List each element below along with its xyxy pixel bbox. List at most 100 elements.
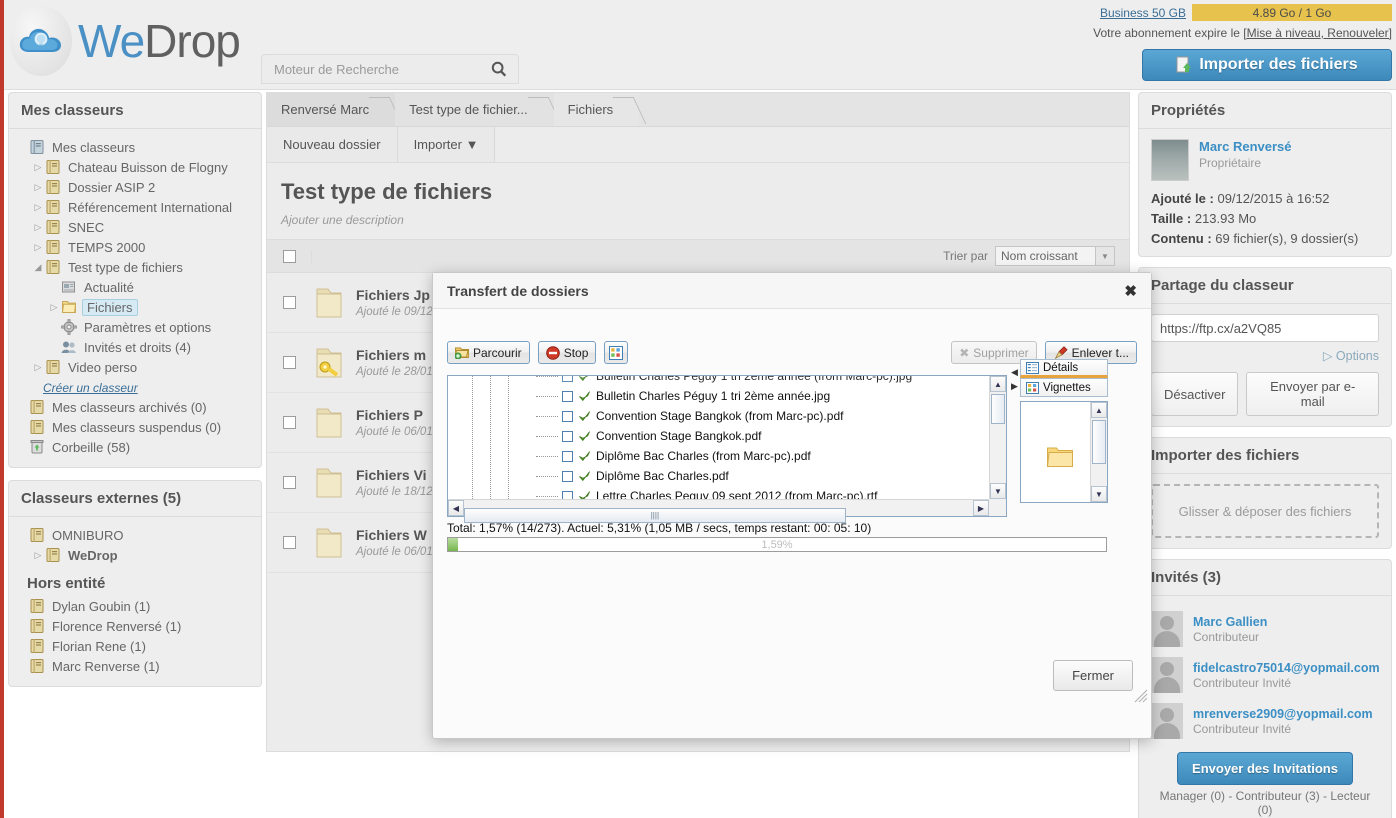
chevron-right-icon[interactable]: ▷ xyxy=(31,162,45,173)
plan-link[interactable]: Business 50 GB xyxy=(1100,6,1186,20)
sidebar-item-invit-s-et-droits-4[interactable]: Invités et droits (4) xyxy=(15,337,255,357)
row-checkbox-cell[interactable] xyxy=(267,476,312,489)
create-binder-link[interactable]: Créer un classeur xyxy=(43,381,255,395)
collapse-left-icon[interactable]: ◀ xyxy=(1011,367,1018,378)
breadcrumb-item-2[interactable]: Fichiers xyxy=(553,93,640,126)
guest-name[interactable]: mrenverse2909@yopmail.com xyxy=(1193,707,1373,721)
send-invitations-button[interactable]: Envoyer des Invitations xyxy=(1177,752,1353,785)
outside-item-florence-renvers-1-[interactable]: Florence Renversé (1) xyxy=(15,616,255,636)
transfer-file-list[interactable]: Bulletin Charles Péguy 1 tri 2ème année … xyxy=(447,375,1007,523)
row-checkbox[interactable] xyxy=(283,296,296,309)
import-files-button[interactable]: Importer des fichiers xyxy=(1142,49,1392,81)
sidebar-item-mes-classeurs-suspendus-0[interactable]: Mes classeurs suspendus (0) xyxy=(15,417,255,437)
thumb-scroll-down-icon[interactable]: ▼ xyxy=(1091,486,1107,502)
chevron-down-icon[interactable]: ◢ xyxy=(31,262,45,273)
sidebar-item-chateau-buisson-de-flogny[interactable]: ▷ Chateau Buisson de Flogny xyxy=(15,157,255,177)
transfer-row[interactable]: Lettre Charles Peguy 09 sept 2012 (from … xyxy=(448,486,989,499)
row-checkbox[interactable] xyxy=(283,536,296,549)
list-item[interactable]: Marc Gallien Contributeur xyxy=(1151,606,1379,652)
sidebar-item-actualit[interactable]: Actualité xyxy=(15,277,255,297)
transfer-row-checkbox[interactable] xyxy=(562,390,573,402)
row-checkbox[interactable] xyxy=(283,416,296,429)
breadcrumb-item-0[interactable]: Renversé Marc xyxy=(267,93,396,126)
search-input[interactable] xyxy=(272,60,490,78)
transfer-row[interactable]: Bulletin Charles Péguy 1 tri 2ème année.… xyxy=(448,386,989,406)
search-box[interactable] xyxy=(261,54,519,84)
sidebar-item-test-type-de-fichiers[interactable]: ◢ Test type de fichiers xyxy=(15,257,255,277)
sidebar-item-fichiers[interactable]: ▷ Fichiers xyxy=(15,297,255,317)
row-checkbox-cell[interactable] xyxy=(267,536,312,549)
select-all-checkbox[interactable] xyxy=(282,249,296,263)
disable-share-button[interactable]: Désactiver xyxy=(1151,372,1239,416)
share-url-input[interactable]: https://ftp.cx/a2VQ85 xyxy=(1151,314,1379,342)
list-item[interactable]: fidelcastro75014@yopmail.com Contributeur… xyxy=(1151,652,1380,698)
upgrade-link[interactable]: [Mise à niveau xyxy=(1243,26,1320,40)
scroll-down-icon[interactable]: ▼ xyxy=(990,483,1006,499)
chevron-right-icon[interactable]: ▷ xyxy=(31,222,45,233)
thumb-scroll-up-icon[interactable]: ▲ xyxy=(1091,402,1107,418)
grid-view-button[interactable] xyxy=(604,341,629,364)
send-email-button[interactable]: Envoyer par e-mail xyxy=(1246,372,1379,416)
chevron-right-icon[interactable]: ▷ xyxy=(31,362,45,373)
row-checkbox[interactable] xyxy=(283,476,296,489)
transfer-row[interactable]: Bulletin Charles Péguy 1 tri 2ème année … xyxy=(448,376,989,386)
scroll-thumb[interactable] xyxy=(991,394,1005,424)
row-checkbox-cell[interactable] xyxy=(267,416,312,429)
dropzone[interactable]: Glisser & déposer des fichiers xyxy=(1151,484,1379,538)
row-checkbox-cell[interactable] xyxy=(267,356,312,369)
guest-name[interactable]: Marc Gallien xyxy=(1193,615,1267,629)
tab-vignettes[interactable]: Vignettes xyxy=(1020,378,1108,397)
outside-item-florian-rene-1-[interactable]: Florian Rene (1) xyxy=(15,636,255,656)
chevron-right-icon[interactable]: ▷ xyxy=(31,242,45,253)
select-all-cell[interactable] xyxy=(267,249,312,263)
sort-select[interactable]: Nom croissant ▼ xyxy=(995,246,1115,266)
sidebar-item-r-f-rencement-international[interactable]: ▷ Référencement International xyxy=(15,197,255,217)
chevron-down-icon[interactable]: ▼ xyxy=(1095,247,1114,265)
logo[interactable]: WeDrop xyxy=(10,6,241,76)
owner-name[interactable]: Marc Renversé xyxy=(1199,139,1292,154)
transfer-row[interactable]: Convention Stage Bangkok.pdf xyxy=(448,426,989,446)
transfer-row[interactable]: Convention Stage Bangkok (from Marc-pc).… xyxy=(448,406,989,426)
thumb-scrollbar[interactable]: ▲ ▼ xyxy=(1090,402,1107,502)
transfer-row-checkbox[interactable] xyxy=(562,410,573,422)
browse-button[interactable]: Parcourir xyxy=(447,341,530,364)
chevron-right-icon[interactable]: ▷ xyxy=(31,202,45,213)
search-icon[interactable] xyxy=(490,60,508,78)
transfer-row-checkbox[interactable] xyxy=(562,470,573,482)
transfer-row[interactable]: Diplôme Bac Charles.pdf xyxy=(448,466,989,486)
external-item-wedrop[interactable]: ▷ WeDrop xyxy=(15,545,255,565)
outside-item-marc-renverse-1-[interactable]: Marc Renverse (1) xyxy=(15,656,255,676)
close-dialog-button[interactable]: Fermer xyxy=(1053,660,1133,691)
sidebar-item-param-tres-et-options[interactable]: Paramètres et options xyxy=(15,317,255,337)
external-item-omniburo[interactable]: OMNIBURO xyxy=(15,525,255,545)
tab-détails[interactable]: Détails xyxy=(1020,359,1108,378)
new-folder-button[interactable]: Nouveau dossier xyxy=(267,127,398,162)
row-checkbox[interactable] xyxy=(283,356,296,369)
transfer-row-checkbox[interactable] xyxy=(562,430,573,442)
chevron-right-icon[interactable]: ▷ xyxy=(31,182,45,193)
scroll-up-icon[interactable]: ▲ xyxy=(990,376,1006,392)
sort-control[interactable]: Trier par Nom croissant ▼ xyxy=(943,246,1129,266)
transfer-row-checkbox[interactable] xyxy=(562,490,573,499)
thumb-scroll-thumb[interactable] xyxy=(1092,420,1106,464)
sidebar-item-mes-classeurs-archiv-s-0[interactable]: Mes classeurs archivés (0) xyxy=(15,397,255,417)
scroll-left-icon[interactable]: ◀ xyxy=(448,500,464,516)
import-menu-button[interactable]: Importer ▼ xyxy=(397,127,496,162)
thumbnail-pane[interactable]: ▲ ▼ xyxy=(1020,401,1108,503)
horizontal-scrollbar[interactable]: ◀ |||| ▶ xyxy=(448,499,989,523)
sidebar-item-video-perso[interactable]: ▷ Video perso xyxy=(15,357,255,377)
transfer-row-checkbox[interactable] xyxy=(562,450,573,462)
scroll-right-icon[interactable]: ▶ xyxy=(973,500,989,516)
share-options-toggle[interactable]: ▷ Options xyxy=(1151,348,1379,363)
description-placeholder[interactable]: Ajouter une description xyxy=(267,205,1129,239)
stop-button[interactable]: Stop xyxy=(537,341,597,364)
transfer-row[interactable]: Diplôme Bac Charles (from Marc-pc).pdf xyxy=(448,446,989,466)
resize-grip-icon[interactable] xyxy=(1134,689,1148,703)
vertical-scrollbar[interactable]: ▲ ▼ xyxy=(989,376,1006,499)
breadcrumb-item-1[interactable]: Test type de fichier... xyxy=(395,93,554,126)
tree-root-mes-classeurs[interactable]: Mes classeurs xyxy=(15,137,255,157)
chevron-right-icon[interactable]: ▷ xyxy=(47,302,61,313)
guest-name[interactable]: fidelcastro75014@yopmail.com xyxy=(1193,661,1380,675)
sidebar-item-corbeille-58[interactable]: Corbeille (58) xyxy=(15,437,255,457)
sidebar-item-dossier-asip-2[interactable]: ▷ Dossier ASIP 2 xyxy=(15,177,255,197)
